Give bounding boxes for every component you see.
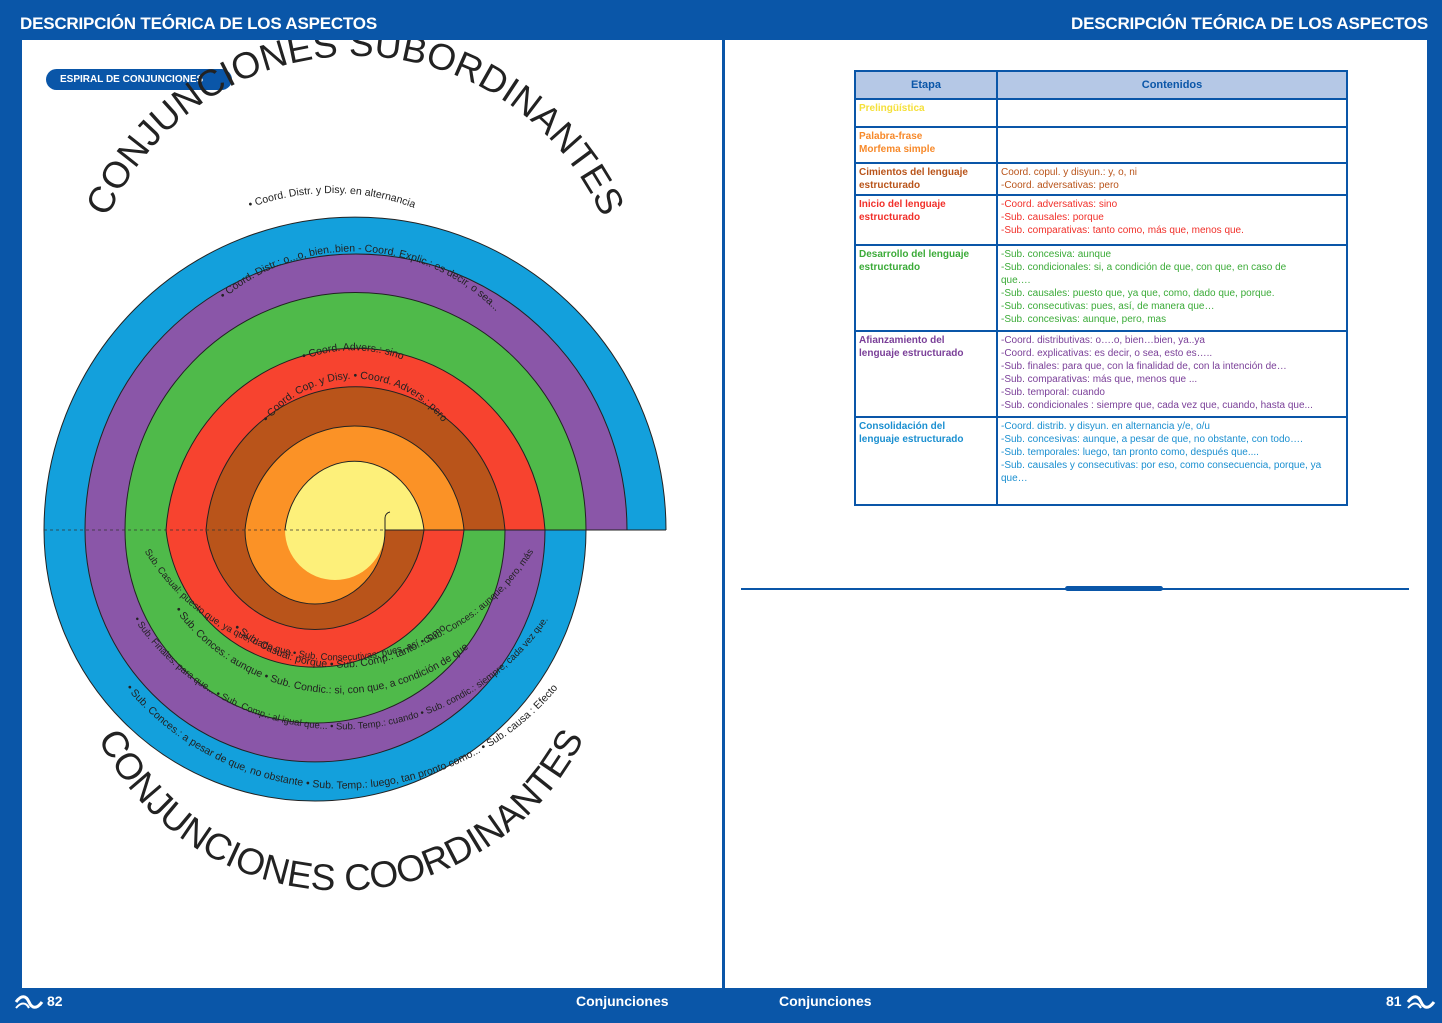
table-row: Cimientos del lenguaje estructurado Coord.… <box>854 162 1348 196</box>
content-line: -Sub. condicionales : siempre que, cada … <box>1001 400 1313 411</box>
wave-logo-icon <box>14 995 44 1009</box>
stages-table: Etapa Contenidos Prelingüística Palabra-f… <box>854 70 1348 506</box>
content-line: -Sub. causales: porque <box>1001 212 1104 223</box>
stage-label: Afianzamiento del <box>859 335 945 346</box>
table-row: Desarrollo del lenguaje estructurado -Sub.… <box>854 244 1348 332</box>
content-line: -Sub. causales y consecutivas: por eso, … <box>1001 460 1322 471</box>
right-page-number: 81 <box>1386 993 1402 1009</box>
label-blue-upper: • Coord. Distr. y Disy. en alternancia <box>247 184 418 211</box>
stage-label: estructurado <box>859 212 921 223</box>
divider-accent <box>1065 586 1163 591</box>
contents-cell <box>996 126 1348 164</box>
table-header-row: Etapa Contenidos <box>854 70 1348 100</box>
stage-cell: Afianzamiento del lenguaje estructurado <box>854 330 998 418</box>
stage-label: estructurado <box>859 180 921 191</box>
content-line: -Sub. comparativas: más que, menos que .… <box>1001 374 1198 385</box>
right-page: Etapa Contenidos Prelingüística Palabra-f… <box>725 40 1427 988</box>
content-line: que…. <box>1001 275 1031 286</box>
contents-cell <box>996 98 1348 128</box>
content-line: -Sub. finales: para que, con la finalida… <box>1001 361 1287 372</box>
contents-cell: -Coord. adversativas: sino -Sub. causales… <box>996 194 1348 246</box>
conjunctions-spiral-diagram: CONJUNCIONES SUBORDINANTES CONJUNCIONES … <box>43 40 667 899</box>
content-line: -Coord. adversativas: sino <box>1001 199 1118 210</box>
right-page-header: DESCRIPCIÓN TEÓRICA DE LOS ASPECTOS <box>1071 14 1428 33</box>
contents-cell: -Coord. distrib. y disyun. en alternanci… <box>996 416 1348 506</box>
header-etapa: Etapa <box>854 70 998 100</box>
content-line: -Sub. causales: puesto que, ya que, como… <box>1001 288 1275 299</box>
stage-label: Inicio del lenguaje <box>859 199 946 210</box>
contents-cell: -Coord. distributivas: o….o, bien…bien, … <box>996 330 1348 418</box>
stage-cell: Consolidación del lenguaje estructurado <box>854 416 998 506</box>
content-line: -Sub. condicionales: si, a condición de … <box>1001 262 1287 273</box>
wave-logo-icon <box>1406 995 1436 1009</box>
stage-cell: Prelingüística <box>854 98 998 128</box>
stage-label: Consolidación del <box>859 421 946 432</box>
stage-cell: Cimientos del lenguaje estructurado <box>854 162 998 196</box>
content-line: Coord. copul. y disyun.: y, o, ni <box>1001 167 1137 178</box>
table-row: Palabra-frase Morfema simple <box>854 126 1348 164</box>
content-line: -Sub. temporales: luego, tan pronto como… <box>1001 447 1259 458</box>
left-page: ESPIRAL DE CONJUNCIONES CONJUNCIONES SUB… <box>22 40 722 988</box>
content-line: -Coord. explicativas: es decir, o sea, e… <box>1001 348 1213 359</box>
content-line: -Sub. comparativas: tanto como, más que,… <box>1001 225 1244 236</box>
table-row: Prelingüística <box>854 98 1348 128</box>
stage-label: Prelingüística <box>859 103 925 114</box>
content-line: -Sub. concesivas: aunque, a pesar de que… <box>1001 434 1303 445</box>
table-row: Afianzamiento del lenguaje estructurado -C… <box>854 330 1348 418</box>
content-line: -Coord. distrib. y disyun. en alternanci… <box>1001 421 1210 432</box>
content-line: -Sub. temporal: cuando <box>1001 387 1105 398</box>
stage-label: Morfema simple <box>859 144 936 155</box>
content-line: que… <box>1001 473 1028 484</box>
table-row: Inicio del lenguaje estructurado -Coord. a… <box>854 194 1348 246</box>
stage-cell: Desarrollo del lenguaje estructurado <box>854 244 998 332</box>
stage-label: Palabra-frase <box>859 131 923 142</box>
content-line: -Sub. consecutivas: pues, así, de manera… <box>1001 301 1215 312</box>
table-row: Consolidación del lenguaje estructurado -C… <box>854 416 1348 506</box>
header-contenidos: Contenidos <box>996 70 1348 100</box>
left-page-header: DESCRIPCIÓN TEÓRICA DE LOS ASPECTOS <box>20 14 377 33</box>
stage-label: lenguaje estructurado <box>859 434 964 445</box>
right-footer-label: Conjunciones <box>779 993 872 1009</box>
content-line: -Coord. adversativas: pero <box>1001 180 1119 191</box>
stage-cell: Palabra-frase Morfema simple <box>854 126 998 164</box>
content-line: -Sub. concesiva: aunque <box>1001 249 1112 260</box>
label-blue-upper-text: • Coord. Distr. y Disy. en alternancia <box>247 184 418 211</box>
left-footer-label: Conjunciones <box>576 993 669 1009</box>
content-line: -Coord. distributivas: o….o, bien…bien, … <box>1001 335 1205 346</box>
stage-label: estructurado <box>859 262 921 273</box>
stage-label: Cimientos del lenguaje <box>859 167 968 178</box>
stage-label: Desarrollo del lenguaje <box>859 249 970 260</box>
stage-label: lenguaje estructurado <box>859 348 964 359</box>
content-line: -Sub. concesivas: aunque, pero, mas <box>1001 314 1167 325</box>
left-page-number: 82 <box>47 993 63 1009</box>
contents-cell: Coord. copul. y disyun.: y, o, ni -Coord.… <box>996 162 1348 196</box>
contents-cell: -Sub. concesiva: aunque -Sub. condicional… <box>996 244 1348 332</box>
stage-cell: Inicio del lenguaje estructurado <box>854 194 998 246</box>
